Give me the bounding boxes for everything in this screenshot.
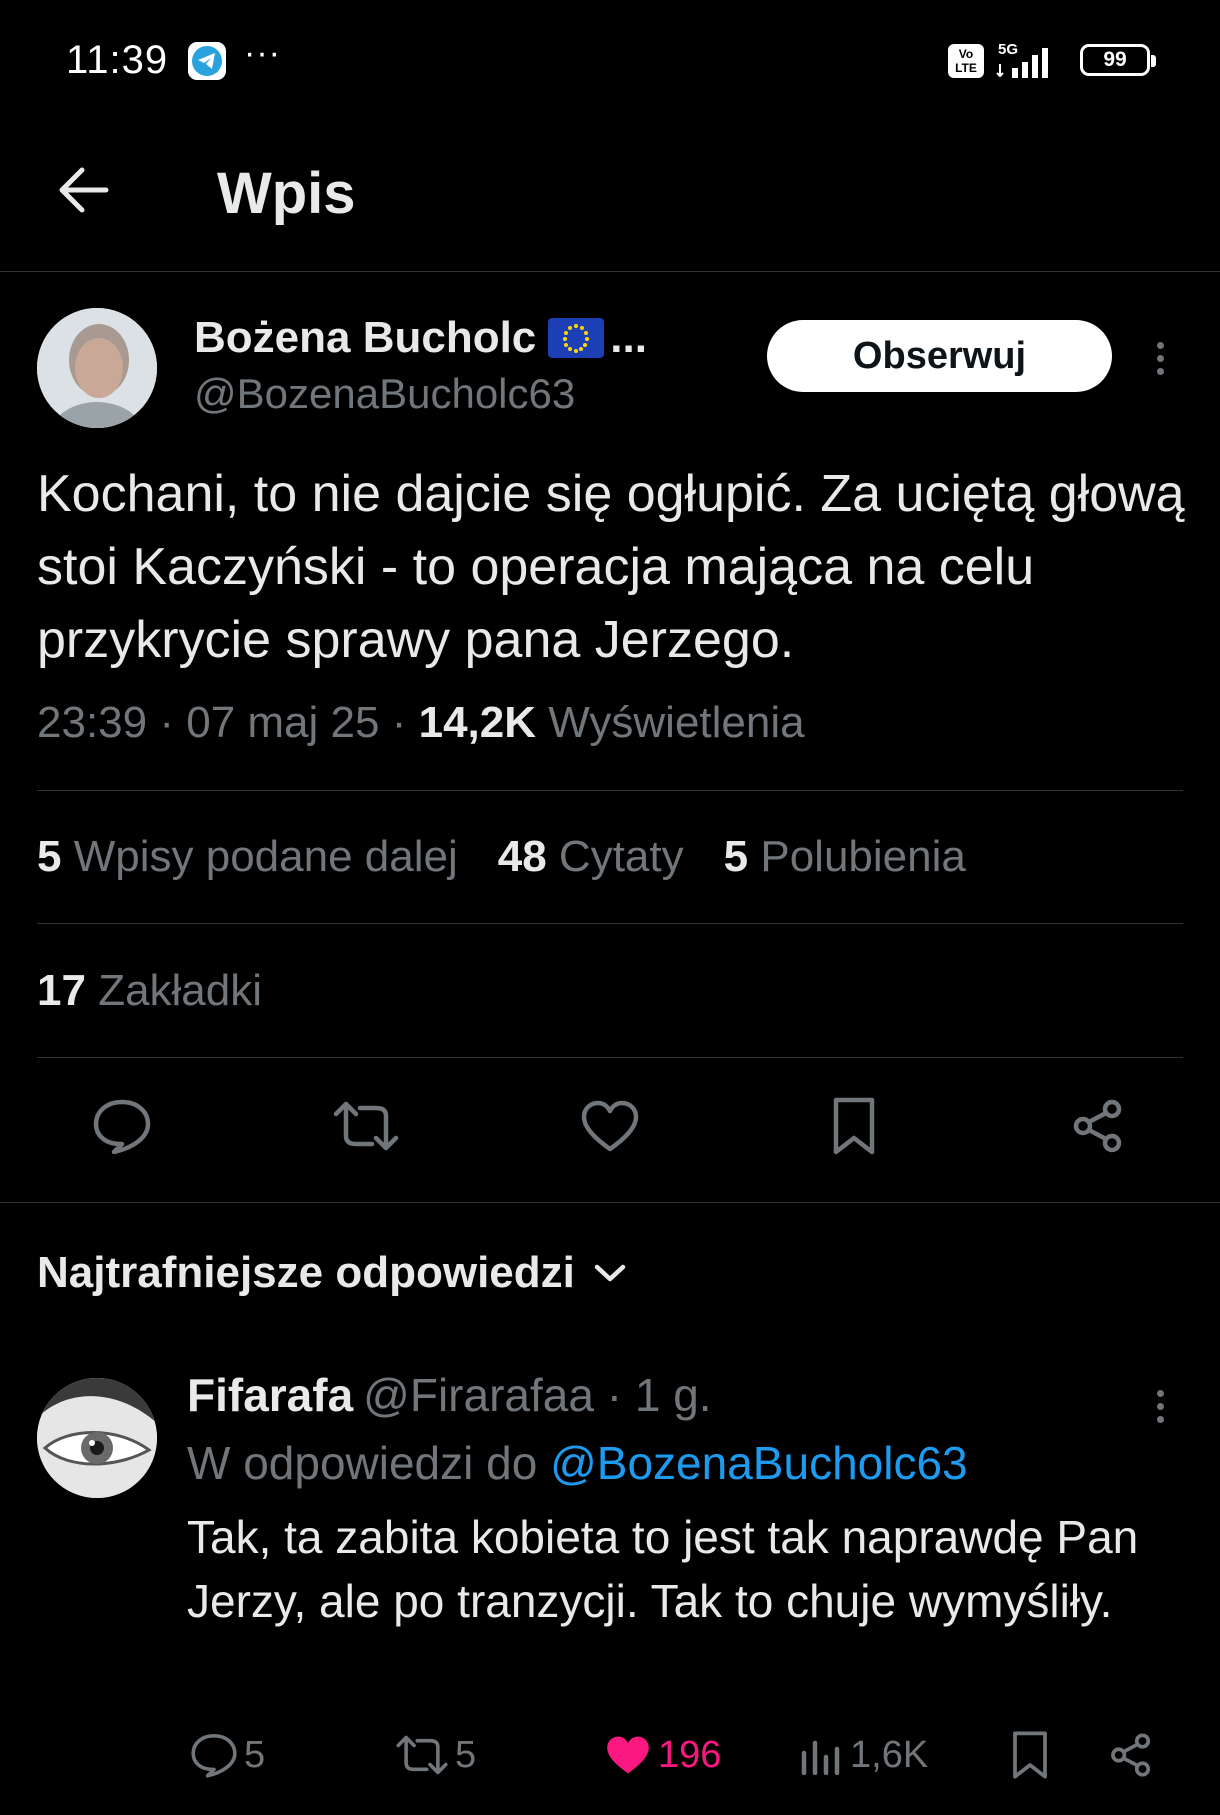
more-vertical-icon[interactable] [1140,330,1180,386]
reply-to-prefix: W odpowiedzi do [187,1437,551,1489]
tweet-actions [0,1090,1220,1170]
share-button[interactable] [1062,1090,1134,1162]
reply-to-line: W odpowiedzi do @BozenaBucholc63 [187,1436,968,1490]
likes-stat[interactable]: 5 Polubienia [724,832,966,882]
status-time: 11:39 [66,38,169,82]
author-name[interactable]: Bożena Bucholc [194,313,536,363]
divider [37,790,1183,791]
tweet-text: Kochani, to nie dajcie się ogłupić. Za u… [37,465,1185,669]
stats-row: 5 Wpisy podane dalej 48 Cytaty 5 Polubie… [37,832,966,882]
back-button[interactable] [52,158,116,222]
bookmark-button[interactable] [818,1090,890,1162]
tweet-meta: 23:39 · 07 maj 25 · 14,2K Wyświetlenia [37,698,805,748]
section-divider [0,1202,1220,1203]
reply-repost-count: 5 [455,1733,477,1776]
arrow-left-icon [59,167,109,213]
reply-actions: 5 5 196 1,6K [0,1720,1220,1790]
repost-icon [333,1101,399,1151]
heart-icon [581,1100,639,1152]
reposts-stat[interactable]: 5 Wpisy podane dalej [37,832,458,882]
network-type-label: 5G [998,41,1018,58]
reply-repost-button[interactable]: 5 [395,1720,476,1790]
quotes-stat[interactable]: 48 Cytaty [498,832,684,882]
bookmark-icon [833,1097,875,1155]
share-icon [1073,1099,1122,1153]
page-title: Wpis [217,161,356,226]
eu-flag-icon [548,318,605,358]
reply-share-button[interactable] [1108,1720,1154,1790]
divider [37,1057,1183,1058]
reply-comment-button[interactable]: 5 [190,1720,265,1790]
reply-bookmark-button[interactable] [1010,1720,1050,1790]
reply-like-count: 196 [658,1733,722,1776]
comment-icon [191,1734,237,1778]
reply-views-button[interactable]: 1,6K [800,1720,928,1790]
comment-icon [93,1099,151,1154]
more-notifications-icon: ··· [244,34,281,72]
reply-avatar[interactable] [37,1378,157,1498]
tweet-time: 23:39 [37,698,148,747]
battery-icon: 99 [1080,44,1156,76]
reply-author-handle[interactable]: @Firarafaa [363,1369,594,1421]
reply-button[interactable] [86,1090,158,1162]
heart-icon [607,1736,649,1774]
divider [37,923,1183,924]
like-button[interactable] [574,1090,646,1162]
chevron-down-icon [594,1264,626,1282]
top-bar: Wpis [0,120,1220,272]
bookmark-icon [1013,1731,1047,1779]
repost-button[interactable] [330,1090,402,1162]
reply-time: 1 g. [634,1369,712,1421]
reply-to-mention[interactable]: @BozenaBucholc63 [550,1437,968,1489]
replies-title: Najtrafniejsze odpowiedzi [37,1248,575,1297]
author-avatar[interactable] [37,308,157,428]
bookmarks-stat: 17 Zakładki [37,966,263,1015]
follow-button[interactable]: Obserwuj [767,320,1112,392]
reply-comment-count: 5 [244,1733,266,1776]
views-label[interactable]: Wyświetlenia [548,698,804,747]
reply-header: Fifarafa @Firarafaa · 1 g. [187,1368,712,1422]
status-bar: 11:39 ··· Vo LTE 5G 99 [0,0,1220,120]
reply-like-button[interactable]: 196 [604,1720,721,1790]
reply-text: Tak, ta zabita kobieta to jest tak napra… [187,1511,1139,1627]
reply-separator: · [593,1369,635,1421]
meta-separator: · [159,698,174,747]
reply-views-count: 1,6K [850,1733,929,1776]
replies-sort-toggle[interactable]: Najtrafniejsze odpowiedzi [37,1248,627,1298]
views-count: 14,2K [418,698,537,747]
repost-icon [396,1735,448,1775]
reply-author-name[interactable]: Fifarafa [187,1369,353,1421]
signal-icon: 5G [996,40,1060,80]
telegram-icon [188,42,226,80]
name-ellipsis: ... [610,313,647,362]
views-icon [801,1740,840,1775]
meta-separator: · [391,698,407,747]
share-icon [1111,1733,1151,1777]
author-name-row[interactable]: Bożena Bucholc ... [194,310,647,366]
author-handle[interactable]: @BozenaBucholc63 [194,370,575,418]
more-vertical-icon[interactable] [1140,1378,1180,1434]
volte-icon: Vo LTE [948,44,984,78]
tweet-date: 07 maj 25 [186,698,380,747]
